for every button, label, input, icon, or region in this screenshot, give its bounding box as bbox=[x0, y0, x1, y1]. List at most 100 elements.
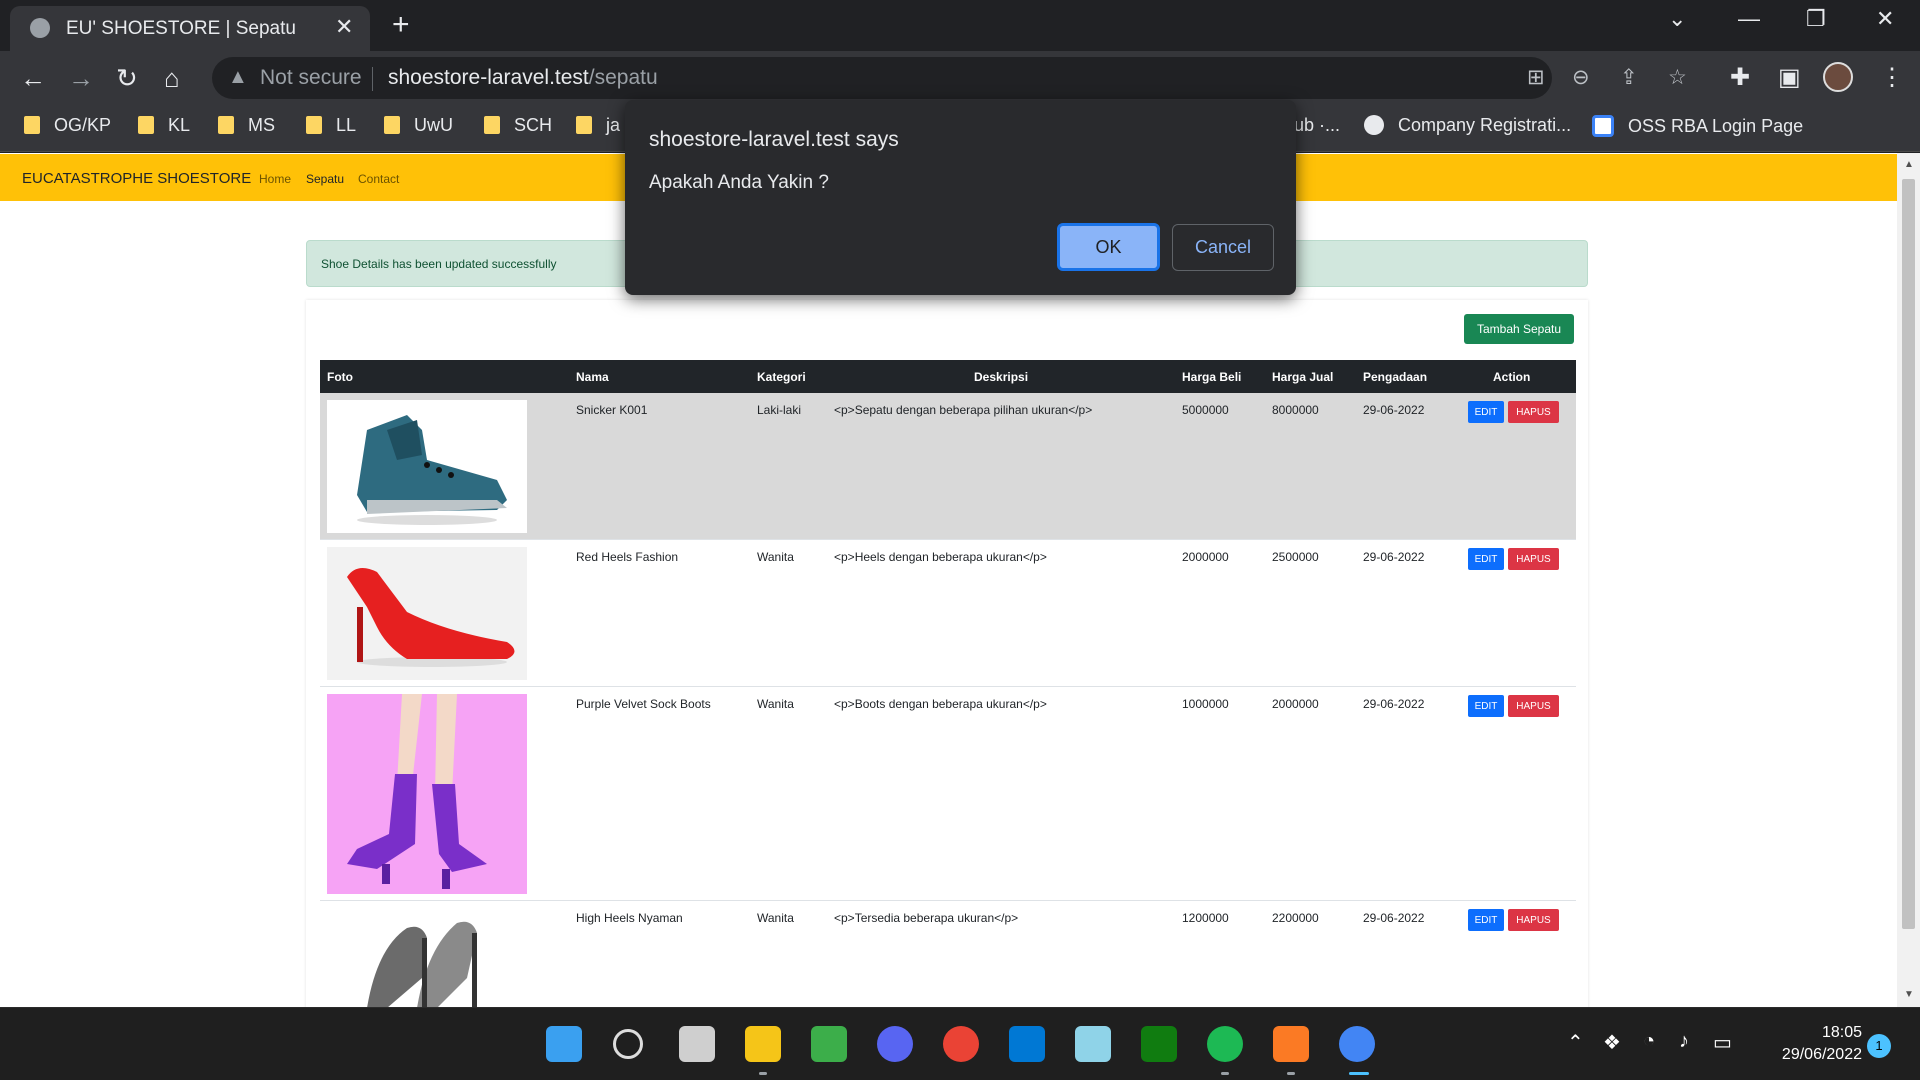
bookmark-folder[interactable]: UwU bbox=[384, 115, 453, 136]
vscode-icon[interactable] bbox=[1009, 1026, 1045, 1062]
bookmark-star-icon[interactable]: ☆ bbox=[1668, 65, 1687, 90]
bookmark-folder[interactable]: MS bbox=[218, 115, 275, 136]
file-explorer-icon[interactable] bbox=[745, 1026, 781, 1062]
zoom-icon[interactable]: ⊖ bbox=[1572, 65, 1590, 90]
tab-search-icon[interactable]: ⌄ bbox=[1668, 6, 1686, 32]
address-bar[interactable]: ▲ Not secure shoestore-laravel.test/sepa… bbox=[212, 57, 1687, 99]
security-label[interactable]: Not secure bbox=[260, 66, 362, 90]
bookmark-folder[interactable]: OG/KP bbox=[24, 115, 111, 136]
running-indicator bbox=[1221, 1072, 1229, 1075]
nav-home[interactable]: Home bbox=[259, 172, 291, 186]
cell-pengadaan: 29-06-2022 bbox=[1363, 550, 1425, 564]
add-shoe-button[interactable]: Tambah Sepatu bbox=[1464, 314, 1574, 344]
profile-avatar[interactable] bbox=[1823, 62, 1853, 92]
cell-deskripsi: <p>Heels dengan beberapa ukuran</p> bbox=[834, 550, 1047, 564]
bookmark-link[interactable]: Company Registrati... bbox=[1364, 115, 1571, 136]
browser-tab[interactable]: EU' SHOESTORE | Sepatu ✕ bbox=[10, 6, 370, 51]
folder-icon bbox=[138, 116, 154, 134]
cell-pengadaan: 29-06-2022 bbox=[1363, 911, 1425, 925]
dropbox-icon[interactable]: ❖ bbox=[1603, 1030, 1621, 1055]
clock-time: 18:05 bbox=[1821, 1024, 1862, 1041]
bookmark-folder[interactable]: SCH bbox=[484, 115, 552, 136]
windows-start-icon[interactable] bbox=[546, 1026, 582, 1062]
page-scrollbar[interactable]: ▲ ▼ bbox=[1897, 153, 1920, 1007]
side-panel-icon[interactable]: ▣ bbox=[1778, 63, 1801, 92]
tab-close-icon[interactable]: ✕ bbox=[335, 14, 353, 40]
edit-button[interactable]: EDIT bbox=[1468, 909, 1504, 931]
assistant-icon[interactable] bbox=[1075, 1026, 1111, 1062]
scroll-down-icon[interactable]: ▼ bbox=[1904, 989, 1914, 1000]
bookmark-folder[interactable]: KL bbox=[138, 115, 190, 136]
url-host: shoestore-laravel.test bbox=[388, 66, 589, 89]
nav-sepatu[interactable]: Sepatu bbox=[306, 172, 344, 186]
bookmark-label: Company Registrati... bbox=[1398, 115, 1572, 135]
system-clock[interactable]: 18:05 29/06/2022 bbox=[1762, 1022, 1862, 1066]
reload-icon[interactable]: ↻ bbox=[116, 63, 138, 94]
share-icon[interactable]: ⇪ bbox=[1620, 65, 1638, 90]
bookmark-link[interactable]: OSS RBA Login Page bbox=[1592, 115, 1803, 137]
folder-icon bbox=[306, 116, 322, 134]
edit-button[interactable]: EDIT bbox=[1468, 401, 1504, 423]
restore-icon[interactable]: ❐ bbox=[1806, 6, 1826, 32]
site-brand[interactable]: EUCATASTROPHE SHOESTORE bbox=[22, 170, 251, 187]
bookmark-folder[interactable]: ja bbox=[576, 115, 620, 136]
delete-button[interactable]: HAPUS bbox=[1508, 548, 1559, 570]
delete-button[interactable]: HAPUS bbox=[1508, 401, 1559, 423]
header-nama: Nama bbox=[576, 370, 609, 384]
xbox-icon[interactable] bbox=[1141, 1026, 1177, 1062]
minimize-icon[interactable]: — bbox=[1738, 6, 1760, 32]
cell-pengadaan: 29-06-2022 bbox=[1363, 697, 1425, 711]
cell-nama: High Heels Nyaman bbox=[576, 911, 683, 925]
spotify-icon[interactable] bbox=[1207, 1026, 1243, 1062]
scroll-thumb[interactable] bbox=[1902, 179, 1915, 929]
shoe-table-card: Tambah Sepatu Foto Nama Kategori Deskrip… bbox=[306, 300, 1588, 1007]
delete-button[interactable]: HAPUS bbox=[1508, 909, 1559, 931]
wifi-icon[interactable]: ◔ bbox=[1643, 1030, 1655, 1053]
search-icon[interactable] bbox=[613, 1029, 643, 1059]
folder-icon bbox=[218, 116, 234, 134]
sneaker-photo bbox=[327, 400, 527, 533]
warning-icon[interactable]: ▲ bbox=[228, 66, 248, 89]
forward-icon[interactable]: → bbox=[68, 63, 94, 94]
url-path: /sepatu bbox=[588, 66, 658, 89]
bookmark-label: OSS RBA Login Page bbox=[1628, 116, 1804, 136]
edit-button[interactable]: EDIT bbox=[1468, 548, 1504, 570]
extensions-icon[interactable]: ✚ bbox=[1730, 63, 1750, 92]
cancel-button[interactable]: Cancel bbox=[1172, 224, 1274, 271]
table-header: Foto Nama Kategori Deskripsi Harga Beli … bbox=[320, 360, 1576, 393]
scroll-up-icon[interactable]: ▲ bbox=[1904, 159, 1914, 170]
header-deskripsi: Deskripsi bbox=[974, 370, 1029, 384]
running-indicator bbox=[759, 1072, 767, 1075]
back-icon[interactable]: ← bbox=[20, 63, 46, 94]
cell-harga-jual: 8000000 bbox=[1272, 403, 1319, 417]
folder-icon bbox=[576, 116, 592, 134]
volume-icon[interactable]: ♪ bbox=[1679, 1030, 1689, 1053]
chrome-profile-icon[interactable] bbox=[1339, 1026, 1375, 1062]
bookmark-link[interactable]: ub ·... bbox=[1294, 115, 1340, 136]
url-text[interactable]: shoestore-laravel.test/sepatu bbox=[388, 66, 658, 90]
cell-kategori: Wanita bbox=[757, 550, 794, 564]
bookmark-label: UwU bbox=[414, 115, 453, 135]
battery-icon[interactable]: ▭ bbox=[1713, 1030, 1732, 1055]
bookmark-label: ja bbox=[606, 115, 621, 135]
notepad-icon[interactable] bbox=[811, 1026, 847, 1062]
discord-icon[interactable] bbox=[877, 1026, 913, 1062]
translate-icon[interactable]: ⊞ bbox=[1527, 65, 1545, 90]
delete-button[interactable]: HAPUS bbox=[1508, 695, 1559, 717]
home-icon[interactable]: ⌂ bbox=[164, 63, 180, 94]
notification-badge[interactable]: 1 bbox=[1867, 1034, 1891, 1058]
cell-kategori: Wanita bbox=[757, 697, 794, 711]
browser-titlebar: EU' SHOESTORE | Sepatu ✕ + ⌄ — ❐ ✕ bbox=[0, 0, 1920, 51]
xampp-icon[interactable] bbox=[1273, 1026, 1309, 1062]
menu-kebab-icon[interactable]: ⋮ bbox=[1880, 63, 1904, 92]
edit-button[interactable]: EDIT bbox=[1468, 695, 1504, 717]
tray-chevron-icon[interactable]: ⌃ bbox=[1567, 1030, 1584, 1055]
new-tab-button[interactable]: + bbox=[392, 8, 410, 42]
ok-button[interactable]: OK bbox=[1057, 223, 1160, 271]
task-view-icon[interactable] bbox=[679, 1026, 715, 1062]
bookmark-folder[interactable]: LL bbox=[306, 115, 356, 136]
globe-icon bbox=[1364, 115, 1384, 135]
window-close-icon[interactable]: ✕ bbox=[1876, 6, 1894, 32]
nav-contact[interactable]: Contact bbox=[358, 172, 399, 186]
chrome-icon[interactable] bbox=[943, 1026, 979, 1062]
